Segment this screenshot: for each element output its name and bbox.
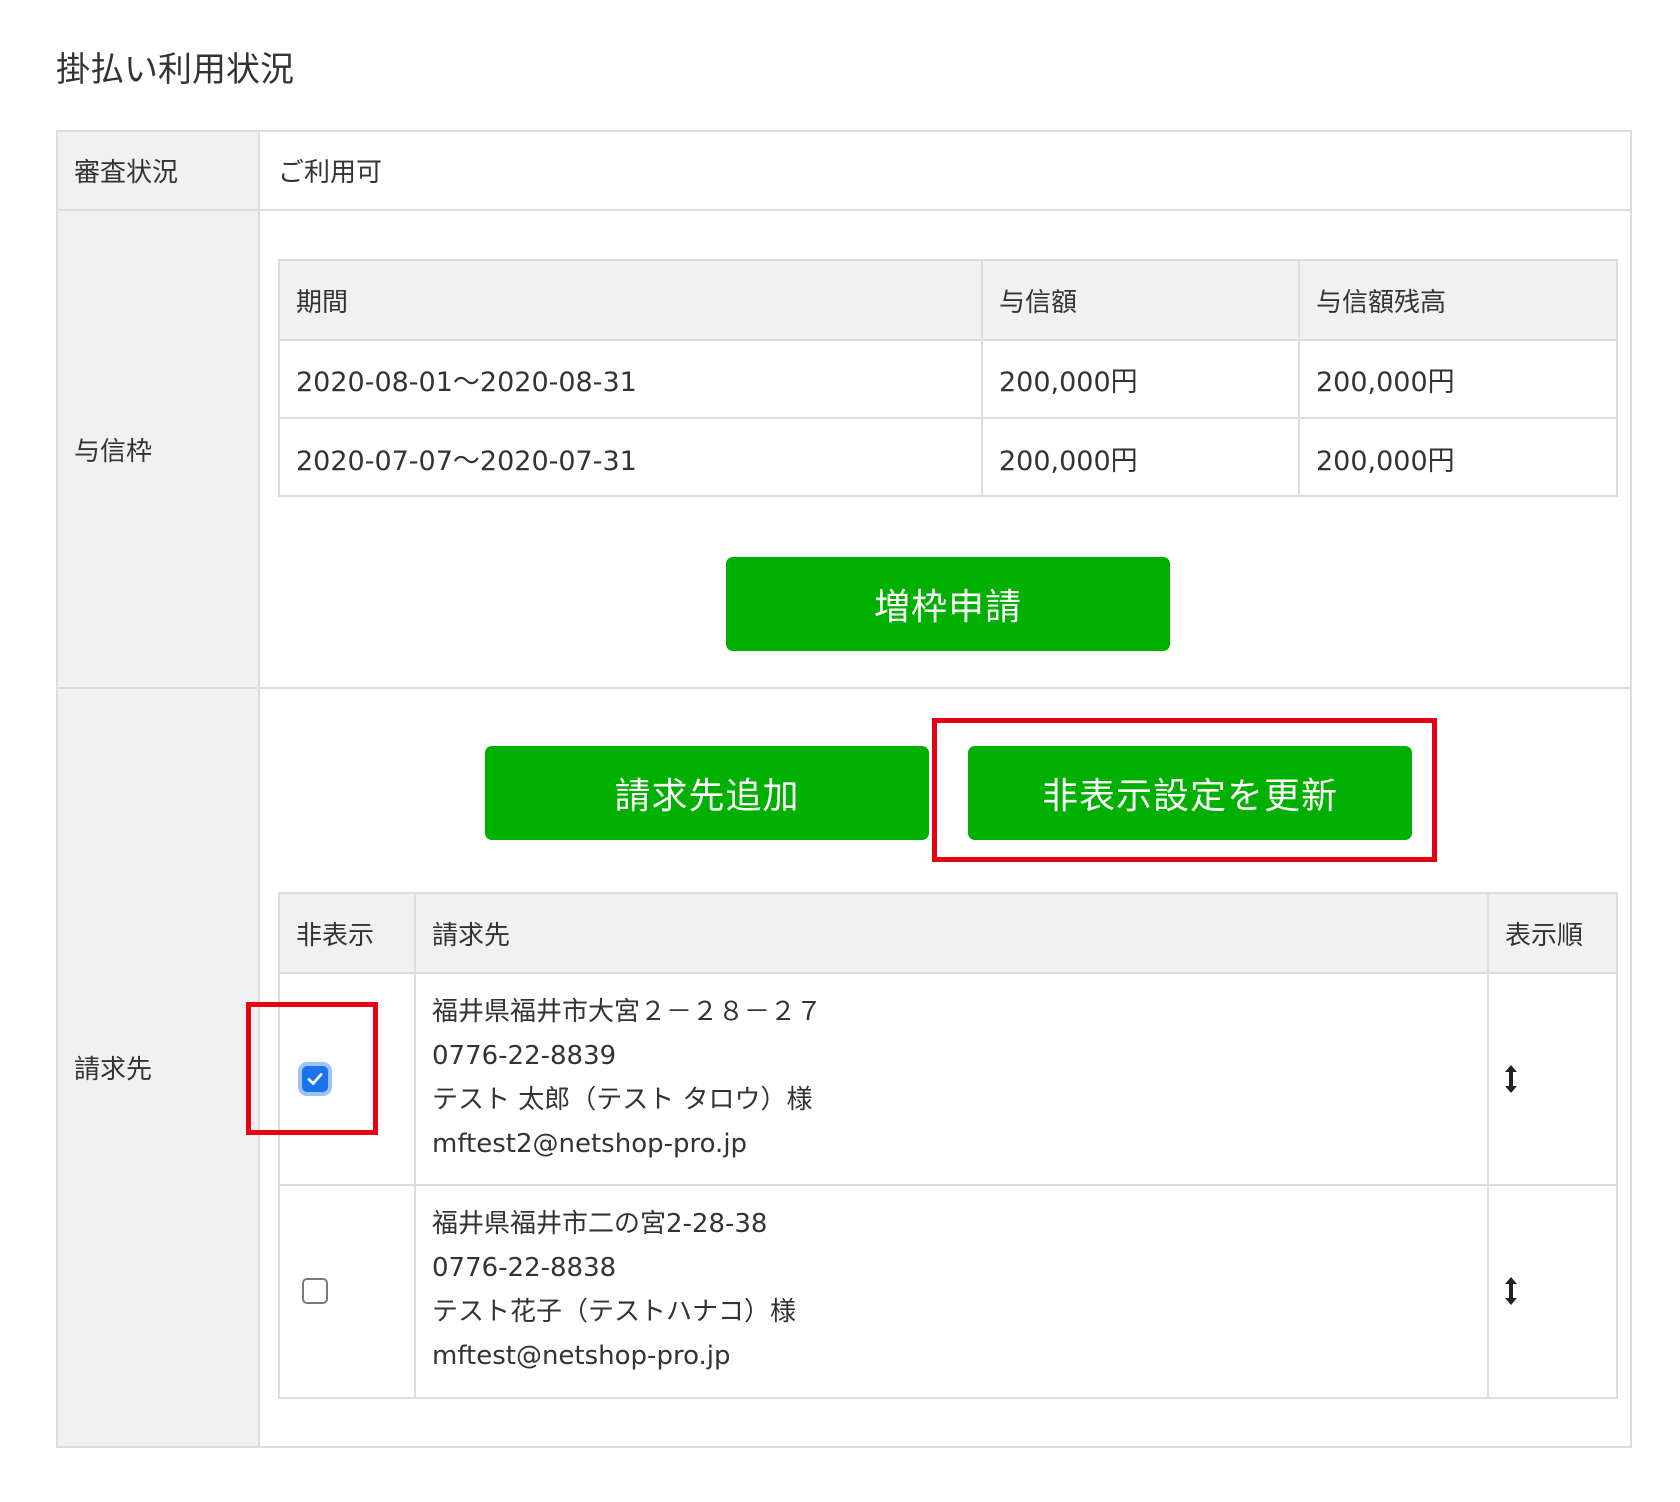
billing-address-cell: 福井県福井市大宮２－２８－２７ 0776-22-8839 テスト 太郎（テスト … <box>414 974 1487 1184</box>
display-order-cell <box>1487 974 1616 1184</box>
credit-usage-table: 審査状況 ご利用可 与信枠 期間 与信額 与信額残高 2020-08-01〜20… <box>56 130 1632 1448</box>
review-status-cell: ご利用可 <box>260 132 1630 209</box>
credit-limit-table: 期間 与信額 与信額残高 2020-08-01〜2020-08-31 200,0… <box>278 259 1618 497</box>
billing-address-lines: 福井県福井市二の宮2-28-38 0776-22-8838 テスト花子（テストハ… <box>432 1202 796 1378</box>
period-cell: 2020-07-07〜2020-07-31 <box>296 445 637 477</box>
review-status-row: 審査状況 ご利用可 <box>58 132 1630 211</box>
billing-table-header-row: 非表示 請求先 表示順 <box>280 894 1616 974</box>
credit-amount-cell: 200,000円 <box>981 419 1298 497</box>
table-row: 福井県福井市二の宮2-28-38 0776-22-8838 テスト花子（テストハ… <box>280 1186 1616 1397</box>
credit-balance-cell: 200,000円 <box>1298 419 1616 497</box>
email-text: mftest2@netshop-pro.jp <box>432 1129 748 1159</box>
vertical-double-arrow-icon[interactable] <box>1503 1276 1519 1306</box>
credit-limit-row: 与信枠 期間 与信額 与信額残高 2020-08-01〜2020-08-31 2… <box>58 211 1630 689</box>
billing-address-cell: 福井県福井市二の宮2-28-38 0776-22-8838 テスト花子（テストハ… <box>414 1186 1487 1397</box>
header-hidden: 非表示 <box>296 920 375 951</box>
table-row: 福井県福井市大宮２－２８－２７ 0776-22-8839 テスト 太郎（テスト … <box>280 974 1616 1186</box>
billing-address-lines: 福井県福井市大宮２－２８－２７ 0776-22-8839 テスト 太郎（テスト … <box>432 990 822 1166</box>
credit-amount-cell: 200,000円 <box>981 341 1298 417</box>
increase-limit-button[interactable]: 増枠申請 <box>726 557 1170 651</box>
phone-text: 0776-22-8839 <box>432 1041 617 1071</box>
vertical-double-arrow-icon[interactable] <box>1503 1064 1519 1094</box>
add-billing-button[interactable]: 請求先追加 <box>485 746 929 840</box>
billing-label: 請求先 <box>58 689 260 1446</box>
hidden-cell <box>280 974 414 1184</box>
display-order-cell <box>1487 1186 1616 1397</box>
header-credit-amount: 与信額 <box>981 261 1298 339</box>
checkmark-icon <box>307 1073 323 1085</box>
recipient-name-text: テスト花子（テストハナコ）様 <box>432 1297 797 1327</box>
billing-table: 非表示 請求先 表示順 福井県福井市大宮２－２８－２７ 0776-22-8839… <box>278 892 1618 1399</box>
billing-cell: 請求先追加 非表示設定を更新 非表示 請求先 表示順 福井県福井市大宮２－２８－… <box>260 689 1630 1446</box>
hidden-cell <box>280 1186 414 1397</box>
hidden-checkbox[interactable] <box>302 1278 328 1304</box>
table-row: 2020-07-07〜2020-07-31 200,000円 200,000円 <box>280 419 1616 497</box>
period-cell: 2020-08-01〜2020-08-31 <box>296 366 637 398</box>
header-period: 期間 <box>296 287 349 318</box>
review-status-label: 審査状況 <box>58 132 260 209</box>
phone-text: 0776-22-8838 <box>432 1253 617 1283</box>
email-text: mftest@netshop-pro.jp <box>432 1341 731 1371</box>
header-billing-address: 請求先 <box>414 894 1487 972</box>
credit-table-header-row: 期間 与信額 与信額残高 <box>280 261 1616 341</box>
hidden-checkbox[interactable] <box>302 1066 328 1092</box>
page-title: 掛払い利用状況 <box>56 50 294 90</box>
header-display-order: 表示順 <box>1487 894 1616 972</box>
credit-limit-label: 与信枠 <box>58 211 260 687</box>
update-hidden-settings-button[interactable]: 非表示設定を更新 <box>968 746 1412 840</box>
recipient-name-text: テスト 太郎（テスト タロウ）様 <box>432 1085 813 1115</box>
header-credit-balance: 与信額残高 <box>1298 261 1616 339</box>
address-text: 福井県福井市二の宮2-28-38 <box>432 1209 768 1239</box>
address-text: 福井県福井市大宮２－２８－２７ <box>432 997 823 1027</box>
billing-row: 請求先 請求先追加 非表示設定を更新 非表示 請求先 表示順 福井県福井市大宮２… <box>58 689 1630 1446</box>
review-status-value: ご利用可 <box>278 158 383 188</box>
table-row: 2020-08-01〜2020-08-31 200,000円 200,000円 <box>280 341 1616 419</box>
credit-balance-cell: 200,000円 <box>1298 341 1616 417</box>
credit-limit-cell: 期間 与信額 与信額残高 2020-08-01〜2020-08-31 200,0… <box>260 211 1630 687</box>
